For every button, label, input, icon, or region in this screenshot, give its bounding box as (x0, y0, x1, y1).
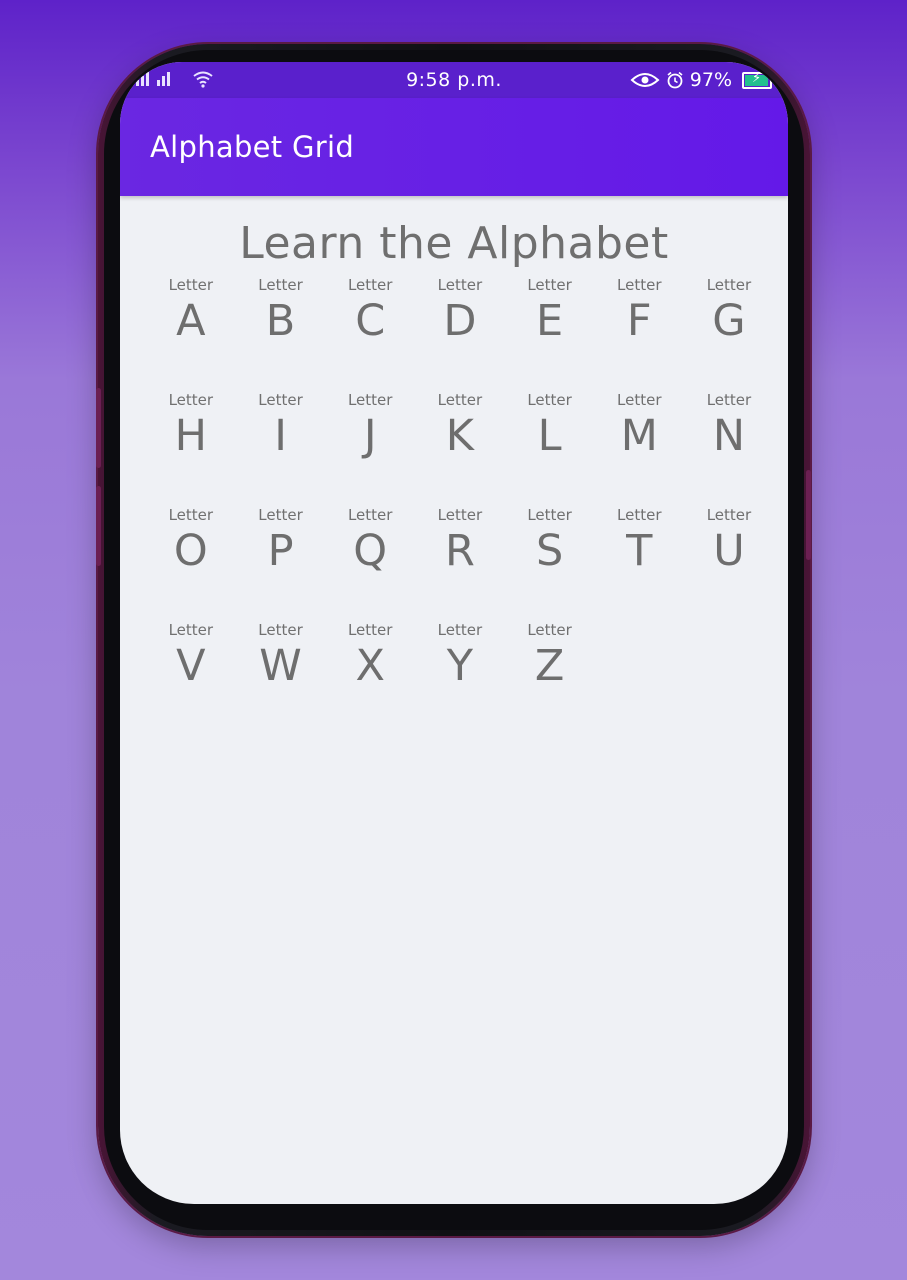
letter-glyph: L (537, 411, 562, 461)
letter-cell-p[interactable]: Letter P (236, 504, 326, 619)
letter-caption: Letter (527, 506, 572, 524)
letter-caption: Letter (347, 621, 393, 639)
letter-cell-v[interactable]: Letter V (146, 619, 236, 734)
letter-caption: Letter (168, 621, 214, 639)
letter-caption: Letter (527, 276, 572, 294)
letter-cell-c[interactable]: Letter C (325, 274, 415, 389)
letter-caption: Letter (347, 391, 393, 409)
letter-cell-j[interactable]: Letter J (325, 389, 415, 504)
left-side-button-2 (96, 486, 101, 566)
letter-glyph: M (620, 411, 658, 461)
letter-glyph: C (355, 296, 386, 346)
letter-glyph: V (176, 641, 206, 691)
letter-glyph: Z (534, 641, 565, 691)
letter-caption: Letter (168, 391, 214, 409)
right-side-button (806, 470, 811, 560)
letter-glyph: S (535, 526, 564, 576)
letter-glyph: K (445, 411, 474, 461)
letter-glyph: Y (446, 641, 474, 691)
letter-glyph: F (626, 296, 652, 346)
letter-glyph: R (444, 526, 475, 576)
letter-caption: Letter (527, 621, 572, 639)
letter-cell-e[interactable]: Letter E (505, 274, 595, 389)
letter-cell-r[interactable]: Letter R (415, 504, 505, 619)
letter-glyph: O (173, 526, 208, 576)
letter-glyph: P (267, 526, 294, 576)
device-frame: 9:58 p.m. 97% ⚡ Alphabet Grid Learn the … (0, 0, 907, 1280)
status-icons: 97% ⚡ (630, 69, 775, 91)
letter-caption: Letter (527, 391, 572, 409)
left-side-button-1 (96, 388, 101, 468)
app-title: Alphabet Grid (150, 130, 355, 164)
status-bar: 9:58 p.m. 97% ⚡ (120, 62, 788, 98)
letter-cell-i[interactable]: Letter I (236, 389, 326, 504)
letter-caption: Letter (347, 276, 393, 294)
letter-cell-n[interactable]: Letter N (684, 389, 774, 504)
letter-cell-a[interactable]: Letter A (146, 274, 236, 389)
app-bar: Alphabet Grid (120, 98, 788, 196)
letter-glyph: T (626, 526, 653, 576)
letter-glyph: I (274, 411, 287, 461)
letter-glyph: H (174, 411, 208, 461)
letter-caption: Letter (168, 276, 214, 294)
letter-cell-o[interactable]: Letter O (146, 504, 236, 619)
letter-caption: Letter (437, 276, 483, 294)
letter-cell-g[interactable]: Letter G (684, 274, 774, 389)
letter-cell-d[interactable]: Letter D (415, 274, 505, 389)
letter-caption: Letter (617, 506, 662, 524)
letter-cell-f[interactable]: Letter F (594, 274, 684, 389)
letter-caption: Letter (258, 621, 303, 639)
eye-icon (630, 73, 660, 87)
letter-caption: Letter (258, 391, 303, 409)
letter-caption: Letter (258, 506, 303, 524)
letter-cell-h[interactable]: Letter H (146, 389, 236, 504)
letter-cell-s[interactable]: Letter S (505, 504, 595, 619)
letter-cell-y[interactable]: Letter Y (415, 619, 505, 734)
letter-cell-u[interactable]: Letter U (684, 504, 774, 619)
letter-caption: Letter (706, 276, 752, 294)
battery-charging-icon: ⚡ (742, 71, 775, 89)
letter-glyph: N (712, 411, 746, 461)
letter-caption: Letter (706, 506, 752, 524)
letter-caption: Letter (347, 506, 393, 524)
letter-caption: Letter (617, 391, 662, 409)
letter-caption: Letter (168, 506, 214, 524)
letter-glyph: E (536, 296, 564, 346)
letter-caption: Letter (437, 621, 483, 639)
letter-grid: Letter A Letter B Letter C Letter D Letter E Lette… (146, 274, 784, 734)
letter-glyph: G (712, 296, 746, 346)
letter-cell-b[interactable]: Letter B (236, 274, 326, 389)
letter-cell-l[interactable]: Letter L (505, 389, 595, 504)
battery-percent: 97% (689, 69, 732, 91)
letter-caption: Letter (706, 391, 752, 409)
letter-caption: Letter (617, 276, 662, 294)
letter-glyph: A (176, 296, 206, 346)
letter-cell-w[interactable]: Letter W (236, 619, 326, 734)
letter-caption: Letter (437, 506, 483, 524)
letter-cell-q[interactable]: Letter Q (325, 504, 415, 619)
phone-screen: 9:58 p.m. 97% ⚡ Alphabet Grid Learn the … (120, 62, 788, 1204)
letter-cell-k[interactable]: Letter K (415, 389, 505, 504)
letter-glyph: W (259, 641, 302, 691)
letter-glyph: X (355, 641, 385, 691)
letter-cell-x[interactable]: Letter X (325, 619, 415, 734)
letter-cell-z[interactable]: Letter Z (505, 619, 595, 734)
letter-caption: Letter (258, 276, 303, 294)
letter-glyph: B (265, 296, 296, 346)
letter-cell-m[interactable]: Letter M (594, 389, 684, 504)
letter-glyph: Q (353, 526, 388, 576)
alarm-icon (667, 71, 683, 89)
letter-glyph: J (363, 411, 377, 461)
letter-glyph: D (443, 296, 477, 346)
letter-caption: Letter (437, 391, 483, 409)
page-heading: Learn the Alphabet (239, 218, 669, 269)
letter-glyph: U (713, 526, 745, 576)
letter-cell-t[interactable]: Letter T (594, 504, 684, 619)
